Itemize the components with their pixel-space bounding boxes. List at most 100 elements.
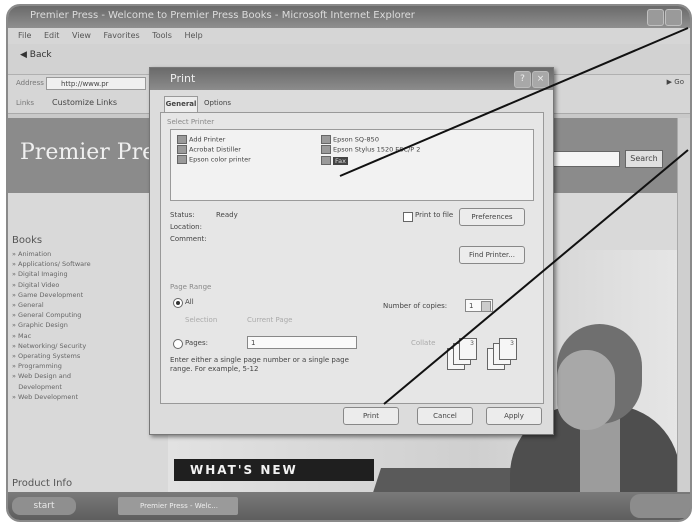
menu-view[interactable]: View bbox=[72, 31, 91, 40]
category-link-continued[interactable]: Development bbox=[12, 382, 142, 392]
printer-item[interactable]: Add Printer bbox=[177, 135, 225, 144]
go-label: Go bbox=[674, 78, 684, 86]
printer-name: Epson SQ-850 bbox=[333, 135, 379, 144]
page-scrollbar[interactable] bbox=[677, 118, 690, 492]
start-button[interactable]: start bbox=[12, 497, 76, 515]
category-link[interactable]: » Mac bbox=[12, 331, 142, 341]
close-icon[interactable]: × bbox=[532, 71, 549, 88]
all-pages-radio[interactable] bbox=[173, 298, 183, 308]
collate-page-icon: 3 bbox=[499, 338, 517, 360]
copies-stepper[interactable]: 1 bbox=[465, 299, 493, 312]
minimize-button[interactable] bbox=[647, 9, 664, 26]
category-label: Mac bbox=[18, 331, 32, 340]
category-link[interactable]: » Graphic Design bbox=[12, 320, 142, 330]
pages-radio[interactable] bbox=[173, 339, 183, 349]
category-link[interactable]: » Game Development bbox=[12, 290, 142, 300]
copies-value: 1 bbox=[469, 302, 474, 310]
printer-icon bbox=[177, 145, 187, 154]
category-link[interactable]: » Digital Video bbox=[12, 280, 142, 290]
printer-item[interactable]: Acrobat Distiller bbox=[177, 145, 241, 154]
apply-button[interactable]: Apply bbox=[486, 407, 542, 425]
category-label: Applications/ Software bbox=[18, 260, 91, 269]
print-dialog-title: Print bbox=[170, 72, 196, 85]
product-info-heading: Product Info bbox=[12, 478, 73, 489]
category-link[interactable]: » Applications/ Software bbox=[12, 259, 142, 269]
category-link[interactable]: » General Computing bbox=[12, 310, 142, 320]
all-pages-label: All bbox=[185, 298, 194, 306]
printer-item[interactable]: Epson Stylus 1520 ESC/P 2 bbox=[321, 145, 420, 154]
category-label: Graphic Design bbox=[18, 321, 68, 330]
find-printer-button[interactable]: Find Printer... bbox=[459, 246, 525, 264]
menu-help[interactable]: Help bbox=[184, 31, 202, 40]
printer-name: Acrobat Distiller bbox=[189, 145, 241, 154]
help-icon[interactable]: ? bbox=[514, 71, 531, 88]
spin-arrows-icon[interactable] bbox=[481, 301, 491, 312]
menu-bar: File Edit View Favorites Tools Help bbox=[8, 28, 690, 44]
printer-name: Fax bbox=[333, 156, 348, 165]
print-to-file-checkbox[interactable] bbox=[403, 212, 413, 222]
category-link[interactable]: » General bbox=[12, 300, 142, 310]
print-to-file-label: Print to file bbox=[415, 211, 454, 219]
category-link[interactable]: » Digital Imaging bbox=[12, 269, 142, 279]
menu-edit[interactable]: Edit bbox=[44, 31, 60, 40]
category-link[interactable]: » Networking/ Security bbox=[12, 341, 142, 351]
back-button[interactable]: ◀ Back bbox=[20, 50, 52, 60]
printer-name: Add Printer bbox=[189, 135, 226, 144]
search-input[interactable] bbox=[548, 151, 620, 167]
category-link[interactable]: » Web Development bbox=[12, 392, 142, 402]
comment-label: Comment: bbox=[170, 235, 207, 243]
menu-file[interactable]: File bbox=[18, 31, 31, 40]
maximize-button[interactable] bbox=[665, 9, 682, 26]
whats-new-banner[interactable]: WHAT'S NEW bbox=[174, 459, 374, 481]
category-link[interactable]: » Programming bbox=[12, 361, 142, 371]
collate-page-icon: 3 bbox=[459, 338, 477, 360]
taskbar: start Premier Press - Welc... bbox=[8, 492, 690, 520]
menu-favorites[interactable]: Favorites bbox=[104, 31, 140, 40]
books-heading: Books bbox=[12, 235, 43, 246]
printer-name: Epson color printer bbox=[189, 155, 251, 164]
address-label: Address bbox=[16, 79, 44, 87]
category-label: Game Development bbox=[18, 290, 84, 299]
current-page-label: Current Page bbox=[247, 316, 293, 324]
back-label: Back bbox=[29, 50, 52, 60]
category-link[interactable]: » Web Design and bbox=[12, 371, 142, 381]
category-label: Development bbox=[18, 382, 62, 391]
screen: Premier Press - Welcome to Premier Press… bbox=[6, 4, 692, 522]
page-range-help: Enter either a single page number or a s… bbox=[170, 356, 349, 373]
browser-title-bar: Premier Press - Welcome to Premier Press… bbox=[8, 6, 690, 28]
preferences-button[interactable]: Preferences bbox=[459, 208, 525, 226]
browser-title: Premier Press - Welcome to Premier Press… bbox=[30, 10, 415, 21]
customize-links-link[interactable]: Customize Links bbox=[52, 98, 117, 107]
category-link[interactable]: » Operating Systems bbox=[12, 351, 142, 361]
collate-label: Collate bbox=[411, 339, 436, 347]
search-button[interactable]: Search bbox=[625, 150, 663, 168]
whats-new-text: WHAT'S NEW bbox=[190, 463, 298, 477]
printer-item[interactable]: Epson color printer bbox=[177, 155, 251, 164]
print-button[interactable]: Print bbox=[343, 407, 399, 425]
pages-label: Pages: bbox=[185, 339, 208, 347]
book-categories: Books » Animation » Applications/ Softwa… bbox=[12, 235, 142, 402]
location-label: Location: bbox=[170, 223, 202, 231]
menu-tools[interactable]: Tools bbox=[152, 31, 172, 40]
status-label: Status: bbox=[170, 211, 195, 219]
address-field[interactable]: http://www.pr bbox=[46, 77, 146, 90]
go-button[interactable]: ▶ Go bbox=[667, 78, 684, 86]
printer-icon bbox=[321, 145, 331, 154]
tab-general[interactable]: General bbox=[164, 96, 198, 112]
copies-label: Number of copies: bbox=[383, 302, 448, 310]
printer-icon bbox=[177, 135, 187, 144]
cancel-button[interactable]: Cancel bbox=[417, 407, 473, 425]
category-label: Digital Video bbox=[18, 280, 60, 289]
page-range-label: Page Range bbox=[170, 283, 212, 291]
category-link[interactable]: » Animation bbox=[12, 249, 142, 259]
tab-options[interactable]: Options bbox=[204, 96, 231, 111]
general-tab-panel: Select Printer Add Printer Acrobat Disti… bbox=[160, 112, 544, 404]
taskbar-browser-item[interactable]: Premier Press - Welc... bbox=[118, 497, 238, 515]
printer-icon bbox=[321, 135, 331, 144]
system-tray bbox=[630, 494, 690, 518]
printer-item[interactable]: Epson SQ-850 bbox=[321, 135, 379, 144]
printer-item-selected[interactable]: Fax bbox=[321, 156, 348, 165]
pages-input[interactable]: 1 bbox=[247, 336, 357, 349]
print-dialog: Print ? × General Options Select Printer… bbox=[149, 67, 554, 435]
category-label: General Computing bbox=[18, 311, 82, 320]
